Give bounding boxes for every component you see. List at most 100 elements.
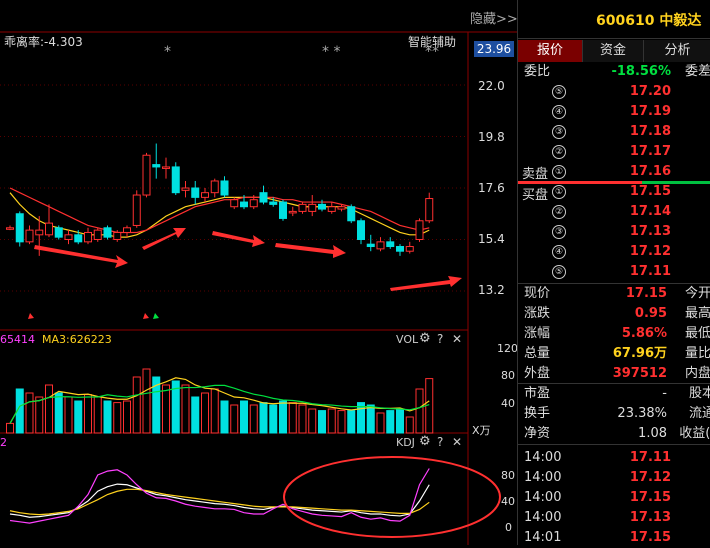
volume-bar	[113, 402, 122, 434]
close-icon[interactable]: ✕	[452, 435, 462, 449]
sell-level-row[interactable]: ④ 17.19	[522, 102, 707, 122]
fund-value: 23.38%	[617, 406, 667, 421]
stat-row: 现价 17.15 今开	[522, 284, 710, 304]
weibi-row: 委比 -18.56% 委差	[522, 62, 710, 82]
buy-level-row[interactable]: ② 17.14	[522, 202, 707, 222]
candle-body	[327, 206, 336, 212]
stat-row: 涨跌 0.95 最高	[522, 304, 710, 324]
candle-body	[152, 164, 161, 168]
candle-body	[6, 227, 14, 230]
candle-body	[347, 206, 356, 222]
tick-row: 14:01 17.15	[522, 528, 707, 548]
fund-row: 市盈 - 股本	[522, 384, 710, 404]
stat-value: 67.96万	[612, 346, 667, 361]
candle-body	[279, 201, 287, 219]
vol-header-value: 65414	[0, 333, 35, 346]
level-number: ②	[552, 145, 566, 159]
volume-bar	[220, 400, 229, 434]
candle-body	[415, 220, 424, 240]
stat-label-right: 量比	[684, 346, 710, 361]
tab-quote[interactable]: 报价	[518, 40, 583, 62]
close-icon[interactable]: ✕	[452, 332, 462, 346]
quote-panel: 600610 中毅达 报价 资金 分析 委比 -18.56% 委差 ⑤ 17.20…	[517, 0, 710, 545]
hide-button[interactable]: 隐藏>>	[470, 8, 518, 27]
kdj-tick: 0	[505, 521, 512, 534]
asterisk: **	[425, 44, 439, 60]
sell-level-row[interactable]: ③ 17.18	[522, 122, 707, 142]
sell-level-row[interactable]: ① 17.16	[522, 162, 707, 182]
candle-body	[259, 192, 268, 203]
candle-body	[230, 199, 239, 208]
sell-price: 17.17	[629, 144, 671, 159]
fund-row: 净资 1.08 收益(-	[522, 424, 710, 444]
candle-body	[74, 234, 83, 243]
tick-row: 14:00 17.11	[522, 448, 707, 468]
sell-price: 17.18	[629, 124, 671, 139]
kline-chart[interactable]	[0, 0, 517, 545]
candle-body	[201, 192, 209, 198]
candle-body	[15, 213, 24, 243]
candle-body	[240, 201, 248, 208]
buy-level-row[interactable]: ① 17.15	[522, 182, 707, 202]
candle-body	[405, 246, 414, 252]
candle-body	[298, 203, 307, 212]
help-icon[interactable]: ?	[437, 435, 443, 449]
tab-analysis[interactable]: 分析	[644, 40, 710, 62]
volume-bar	[123, 400, 131, 434]
volume-bar	[35, 396, 44, 434]
volume-bar	[347, 410, 356, 434]
tab-fund[interactable]: 资金	[583, 40, 644, 62]
y-tick: 15.4	[478, 232, 505, 246]
volume-bar	[25, 392, 34, 434]
vol-unit: X万	[472, 424, 491, 437]
volume-bar	[201, 392, 209, 434]
volume-bar	[415, 388, 424, 434]
sell-level-row[interactable]: ⑤ 17.20	[522, 82, 707, 102]
volume-bar	[386, 410, 395, 434]
kdj-label: KDJ	[396, 436, 415, 449]
stat-value: 17.15	[625, 286, 667, 301]
candle-body	[269, 201, 278, 205]
fund-label-right: 流通	[688, 406, 710, 421]
y-tick: 13.2	[478, 283, 505, 297]
tick-price: 17.12	[629, 470, 671, 485]
candle-body	[366, 243, 375, 248]
stat-row: 总量 67.96万 量比	[522, 344, 710, 364]
candle-body	[64, 234, 73, 240]
volume-bar	[84, 394, 92, 434]
gear-icon[interactable]: ⚙	[419, 331, 431, 346]
stat-row: 涨幅 5.86% 最低	[522, 324, 710, 344]
kdj-tick: 40	[501, 495, 515, 508]
weibi-value: -18.56%	[611, 64, 671, 79]
weicha-label: 委差	[684, 64, 710, 79]
volume-bar	[249, 404, 258, 434]
sell-level-row[interactable]: ② 17.17	[522, 142, 707, 162]
candle-body	[376, 241, 385, 250]
level-number: ④	[552, 105, 566, 119]
y-tick: 19.8	[478, 130, 505, 144]
help-icon[interactable]: ?	[437, 332, 443, 346]
buy-level-row[interactable]: ④ 17.12	[522, 242, 707, 262]
vol-tick: 40	[501, 397, 515, 410]
buy-price: 17.12	[629, 244, 671, 259]
buy-level-row[interactable]: ⑤ 17.11	[522, 262, 707, 282]
tick-row: 14:00 17.13	[522, 508, 707, 528]
candle-body	[162, 166, 170, 169]
candle-body	[396, 246, 404, 252]
volume-bar	[318, 410, 326, 434]
level-number: ⑤	[552, 85, 566, 99]
candle-body	[132, 194, 141, 226]
kdj-tick: 80	[501, 469, 515, 482]
gear-icon[interactable]: ⚙	[419, 434, 431, 449]
tick-price: 17.15	[629, 530, 671, 545]
level-number: ⑤	[552, 265, 566, 279]
sell-price: 17.19	[629, 104, 671, 119]
volume-bar	[288, 402, 297, 434]
stat-label: 外盘	[524, 366, 551, 381]
tick-time: 14:00	[524, 510, 562, 525]
candle-body	[142, 154, 151, 196]
volume-bar	[308, 408, 317, 434]
volume-bar	[93, 396, 102, 434]
buy-level-row[interactable]: ③ 17.13	[522, 222, 707, 242]
volume-bar	[45, 384, 53, 434]
